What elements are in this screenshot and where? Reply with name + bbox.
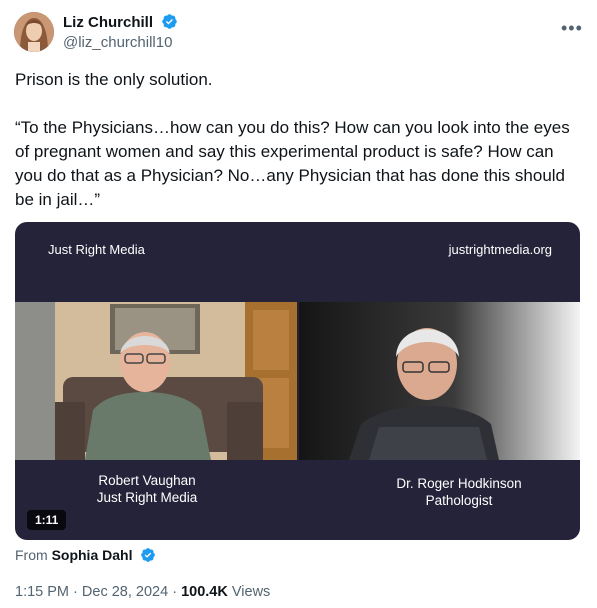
- tweet-date[interactable]: Dec 28, 2024: [82, 584, 168, 600]
- video-duration: 1:11: [27, 510, 67, 530]
- tweet-meta: 1:15 PM · Dec 28, 2024 · 100.4K Views: [15, 584, 270, 600]
- left-caption-org: Just Right Media: [96, 490, 198, 505]
- video-header-left: Just Right Media: [48, 242, 145, 257]
- views-count: 100.4K: [181, 584, 228, 600]
- video-pane-left: [15, 302, 297, 460]
- attribution: From Sophia Dahl: [15, 547, 156, 563]
- attribution-source[interactable]: Sophia Dahl: [52, 547, 133, 563]
- speaker-right-image: [299, 302, 580, 460]
- video-pane-right: [299, 302, 580, 460]
- right-caption: Dr. Roger Hodkinson Pathologist: [375, 475, 543, 509]
- tweet-text: Prison is the only solution. “To the Phy…: [15, 70, 570, 209]
- right-caption-role: Pathologist: [425, 493, 493, 508]
- left-caption: Robert Vaughan Just Right Media: [77, 472, 217, 506]
- left-caption-name: Robert Vaughan: [98, 473, 196, 488]
- avatar-image: [14, 12, 54, 52]
- avatar[interactable]: [14, 12, 54, 52]
- meta-separator-2: ·: [172, 584, 178, 600]
- source-verified-badge-icon: [141, 548, 156, 562]
- author-handle[interactable]: @liz_churchill10: [63, 34, 172, 51]
- video-header-right: justrightmedia.org: [448, 242, 552, 257]
- meta-separator-1: ·: [73, 584, 78, 600]
- more-options-icon[interactable]: •••: [561, 18, 583, 39]
- attribution-prefix: From: [15, 547, 48, 563]
- speaker-left-image: [15, 302, 297, 460]
- verified-badge-icon: [162, 14, 177, 29]
- author-name-row[interactable]: Liz Churchill: [63, 13, 178, 31]
- tweet-time[interactable]: 1:15 PM: [15, 584, 69, 600]
- right-caption-name: Dr. Roger Hodkinson: [396, 476, 522, 491]
- author-name[interactable]: Liz Churchill: [63, 14, 153, 31]
- views-label: Views: [231, 584, 271, 600]
- video-player[interactable]: Just Right Media justrightmedia.org Robe…: [15, 222, 580, 540]
